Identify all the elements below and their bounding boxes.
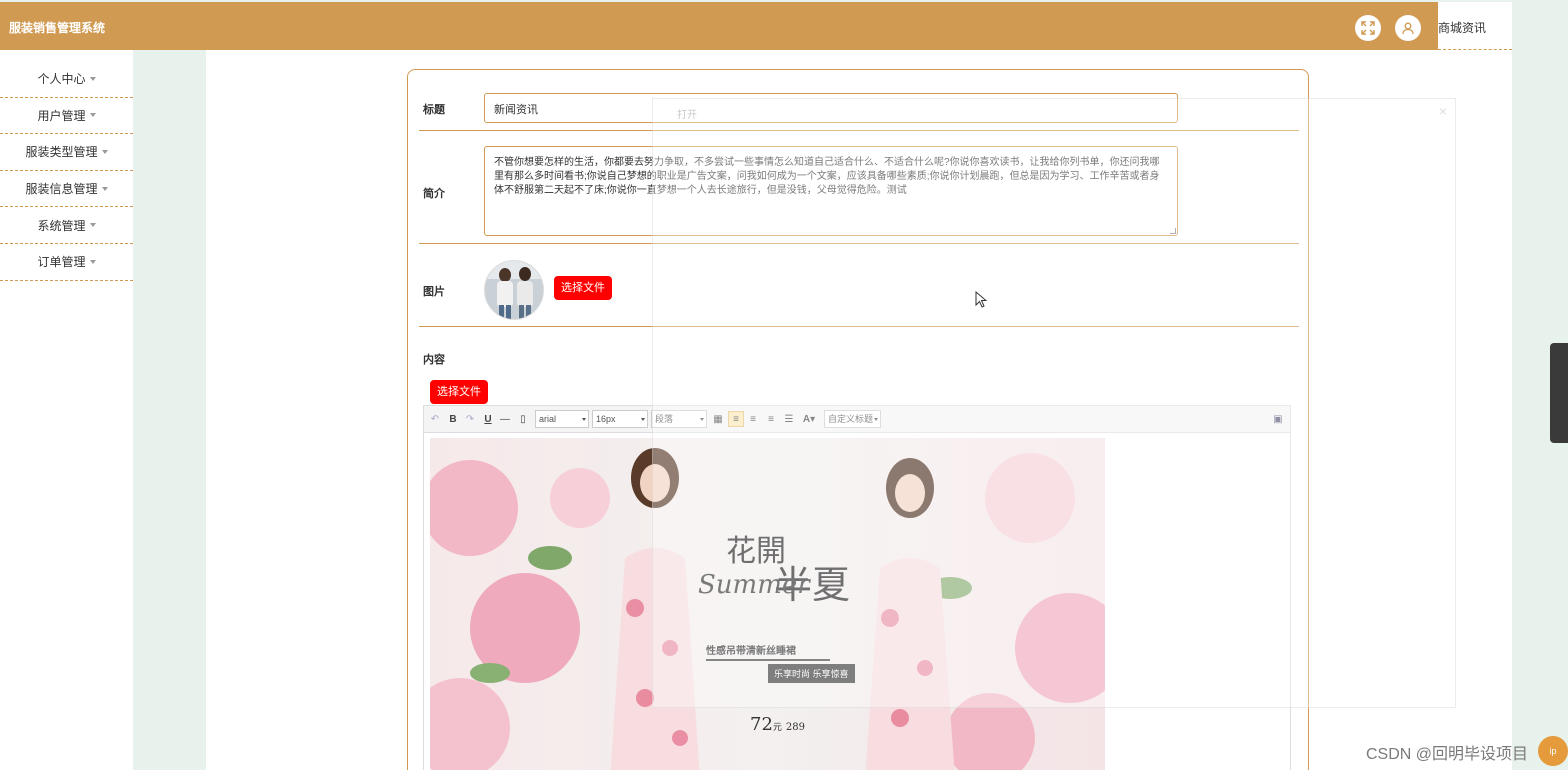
caret-down-icon xyxy=(89,76,96,81)
undo-icon[interactable]: ↶ xyxy=(429,411,441,427)
caret-down-icon xyxy=(101,149,108,154)
fullscreen-button[interactable] xyxy=(1355,15,1381,41)
underline-icon[interactable]: U xyxy=(482,411,494,427)
banner-price-old: 289 xyxy=(785,722,806,733)
banner-price-value: 72 xyxy=(750,714,773,735)
sidebar-item-user-management[interactable]: 用户管理 xyxy=(0,98,133,135)
caret-down-icon xyxy=(89,259,96,264)
sidebar-item-label: 用户管理 xyxy=(37,108,86,123)
caret-down-icon xyxy=(89,223,96,228)
sidebar-item-clothing-info[interactable]: 服装信息管理 xyxy=(0,171,133,208)
close-icon[interactable]: × xyxy=(1439,103,1447,119)
sidebar-item-label: 个人中心 xyxy=(37,72,86,87)
sidebar: 个人中心 用户管理 服装类型管理 服装信息管理 系统管理 订单管理 xyxy=(0,50,133,770)
title-label: 标题 xyxy=(423,104,445,116)
sidebar-item-label: 订单管理 xyxy=(37,255,86,270)
intro-label: 简介 xyxy=(423,188,445,200)
font-family-select[interactable]: arial xyxy=(535,410,589,428)
caret-down-icon xyxy=(101,186,108,191)
fullscreen-icon xyxy=(1361,21,1375,35)
header-nav-mall-news[interactable]: 商城资讯 xyxy=(1438,2,1512,50)
horizontal-rule-icon[interactable]: — xyxy=(499,411,511,427)
help-badge[interactable]: ip xyxy=(1538,736,1568,766)
choose-content-file-button[interactable]: 选择文件 xyxy=(430,380,488,404)
top-header: 服装销售管理系统 xyxy=(0,2,1438,50)
choose-image-button[interactable]: 选择文件 xyxy=(554,276,612,300)
sidebar-item-system[interactable]: 系统管理 xyxy=(0,207,133,244)
banner-price-unit: 元 xyxy=(772,723,782,733)
redo-icon[interactable]: ↷ xyxy=(464,411,476,427)
content-label: 内容 xyxy=(423,354,445,366)
sidebar-item-label: 服装类型管理 xyxy=(25,145,98,160)
user-icon xyxy=(1402,22,1414,35)
app-title: 服装销售管理系统 xyxy=(9,21,106,35)
sidebar-item-clothing-type[interactable]: 服装类型管理 xyxy=(0,134,133,171)
sidebar-item-label: 服装信息管理 xyxy=(25,182,98,197)
dialog-title: 打开 xyxy=(677,110,697,121)
caret-down-icon xyxy=(89,113,96,118)
sidebar-item-label: 系统管理 xyxy=(37,218,86,233)
user-button[interactable] xyxy=(1395,15,1421,41)
open-file-dialog-overlay[interactable]: 打开 × xyxy=(652,98,1456,708)
image-label: 图片 xyxy=(423,286,445,298)
uploaded-image-thumbnail xyxy=(484,260,544,320)
mouse-cursor-icon xyxy=(975,291,987,308)
bold-icon[interactable]: B xyxy=(447,411,459,427)
sidebar-item-orders[interactable]: 订单管理 xyxy=(0,244,133,281)
watermark-text: CSDN @回明毕设项目 xyxy=(1366,746,1529,763)
format-clear-icon[interactable]: ▯ xyxy=(517,411,529,427)
font-size-select[interactable]: 16px xyxy=(592,410,648,428)
side-scroll-handle[interactable] xyxy=(1550,343,1568,443)
sidebar-item-personal-center[interactable]: 个人中心 xyxy=(0,61,133,98)
banner-price: 72元 289 xyxy=(750,714,805,735)
mall-news-link[interactable]: 商城资讯 xyxy=(1438,19,1486,36)
